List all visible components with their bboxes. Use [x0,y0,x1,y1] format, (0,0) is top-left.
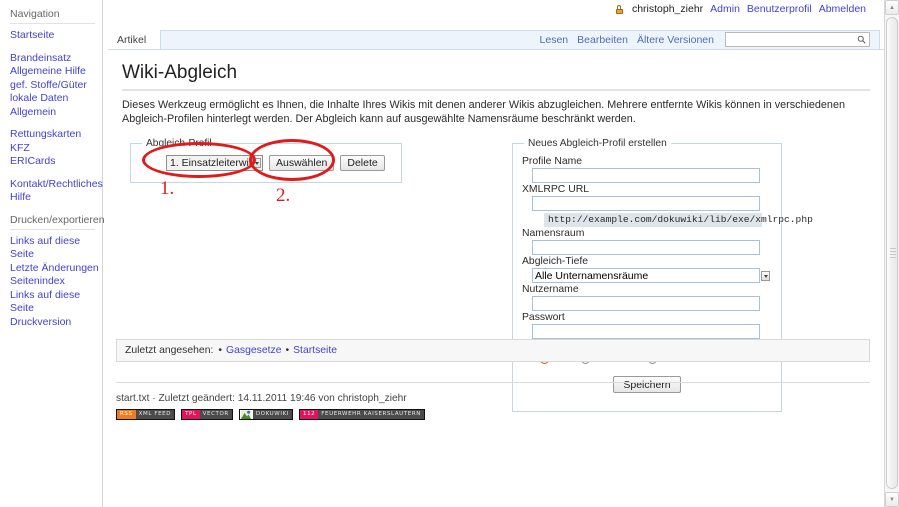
vertical-scrollbar[interactable]: ▲ ▼ [884,0,899,507]
footer-badges: RSS XML FEED TPL VECTOR DOKUWIK [116,409,425,420]
profile-name-field[interactable] [532,168,760,183]
abgleich-profil-fieldset: Abgleich-Profil 1. Einsatzleiterwiki Aus… [130,138,402,183]
select-button[interactable]: Auswählen [269,155,334,171]
sidebar-item-letzte-aenderungen[interactable]: Letzte Änderungen [10,262,102,276]
sidebar-item-rettungskarten-kfz[interactable]: Rettungskarten KFZ [10,128,102,155]
badge-dokuwiki[interactable]: DOKUWIKI [239,409,293,420]
label-passwort: Passwort [522,312,772,323]
badge-rss-right: XML FEED [136,410,174,419]
badge-rss[interactable]: RSS XML FEED [116,409,175,420]
sidebar-item-gef-stoffe-gueter[interactable]: gef. Stoffe/Güter [10,79,102,93]
content-body: Wiki-Abgleich Dieses Werkzeug ermöglicht… [108,49,884,507]
recent-link-gasgesetze[interactable]: Gasgesetze [226,345,281,356]
speichern-button[interactable]: Speichern [613,376,680,393]
bullet-icon: • [285,345,289,356]
page-tools: Lesen Bearbeiten Ältere Versionen [540,30,876,49]
scrollbar-grip [890,248,896,258]
sidebar-gap [10,169,102,178]
footer-divider [116,382,870,383]
neues-profil-legend: Neues Abgleich-Profil erstellen [524,138,671,149]
user-link-benutzerprofil[interactable]: Benutzerprofil [747,3,812,15]
label-nutzername: Nutzername [522,284,772,295]
profile-row: 1. Einsatzleiterwiki Auswählen Delete [140,155,392,171]
xmlrpc-url-field[interactable] [532,196,760,211]
sidebar-item-hilfe[interactable]: Hilfe [10,191,102,205]
tool-link-bearbeiten[interactable]: Bearbeiten [577,34,628,46]
user-link-abmelden[interactable]: Abmelden [819,3,866,15]
tool-link-lesen[interactable]: Lesen [540,34,569,46]
badge-tpl[interactable]: TPL VECTOR [181,409,233,420]
badge-dokuwiki-right: DOKUWIKI [253,410,292,419]
sidebar-gap [10,43,102,52]
sidebar-item-allgemeine-hilfe[interactable]: Allgemeine Hilfe [10,65,102,79]
sidebar-item-druckversion[interactable]: Druckversion [10,316,102,330]
sidebar-item-lokale-daten[interactable]: lokale Daten [10,92,102,106]
xmlrpc-url-hint: http://example.com/dokuwiki/lib/exe/xmlr… [544,213,762,227]
badge-tpl-right: VECTOR [200,410,232,419]
neues-profil-fieldset: Neues Abgleich-Profil erstellen Profile … [512,138,782,412]
sidebar-heading-navigation: Navigation [10,8,95,24]
recently-viewed-label: Zuletzt angesehen: [125,345,213,356]
profile-select[interactable]: 1. Einsatzleiterwiki [166,155,263,171]
scroll-up-button[interactable]: ▲ [885,0,899,15]
badge-rss-left: RSS [117,410,136,419]
label-namensraum: Namensraum [522,228,772,239]
recently-viewed-bar: Zuletzt angesehen: • Gasgesetze • Starts… [116,339,870,362]
page-root: Navigation Startseite Brandeinsatz Allge… [0,0,899,507]
label-profile-name: Profile Name [522,156,772,167]
badge-112-right: FEUERWEHR KAISERSLAUTERN [318,410,424,419]
search-input[interactable] [726,33,852,46]
user-link-admin[interactable]: Admin [710,3,740,15]
sidebar-item-links-auf-diese-seite[interactable]: Links auf diese Seite [10,235,102,262]
abgleich-tiefe-select[interactable]: Alle Unternamensräume [532,268,760,283]
depth-select-wrap: Alle Unternamensräume [522,268,772,283]
username-label: christoph_ziehr [632,3,703,15]
sidebar-item-seitenindex[interactable]: Seitenindex [10,275,102,289]
sidebar-item-allgemein[interactable]: Allgemein [10,106,102,120]
sidebar-heading-drucken-exportieren: Drucken/exportieren [10,214,95,230]
page-title: Wiki-Abgleich [122,62,870,91]
sidebar-item-ericards[interactable]: ERICards [10,155,102,169]
search-box[interactable] [725,32,870,47]
profile-select-wrap: 1. Einsatzleiterwiki [166,155,263,171]
sidebar-gap [10,119,102,128]
sidebar-gap [10,205,102,214]
label-abgleich-tiefe: Abgleich-Tiefe [522,256,772,267]
tab-row: Artikel Lesen Bearbeiten Ältere Versione… [108,30,880,49]
user-bar: christoph_ziehr Admin Benutzerprofil Abm… [616,3,866,15]
dokuwiki-icon [240,410,253,419]
recent-link-startseite[interactable]: Startseite [293,345,337,356]
content-column: christoph_ziehr Admin Benutzerprofil Abm… [104,0,884,507]
label-xmlrpc-url: XMLRPC URL [522,184,772,195]
sidebar-item-links-auf-diese-seite-2[interactable]: Links auf diese Seite [10,289,102,316]
footer-meta: start.txt · Zuletzt geändert: 14.11.2011… [116,393,407,404]
namensraum-field[interactable] [532,240,760,255]
tab-artikel[interactable]: Artikel [108,30,155,49]
abgleich-profil-legend: Abgleich-Profil [142,138,216,149]
nutzername-field[interactable] [532,296,760,311]
passwort-field[interactable] [532,324,760,339]
badge-tpl-left: TPL [182,410,200,419]
bullet-icon: • [218,345,222,356]
save-row: Speichern [522,376,772,393]
badge-112[interactable]: 112 FEUERWEHR KAISERSLAUTERN [299,409,425,420]
tool-link-aeltere-versionen[interactable]: Ältere Versionen [637,34,714,46]
sidebar: Navigation Startseite Brandeinsatz Allge… [0,0,103,507]
scrollbar-thumb[interactable] [886,17,898,489]
intro-text: Dieses Werkzeug ermöglicht es Ihnen, die… [122,98,870,126]
sidebar-item-startseite[interactable]: Startseite [10,29,102,43]
lock-icon [616,5,623,14]
sidebar-item-kontakt-rechtliches[interactable]: Kontakt/Rechtliches [10,178,102,192]
sidebar-item-brandeinsatz[interactable]: Brandeinsatz [10,52,102,66]
badge-112-left: 112 [300,410,318,419]
scroll-down-button[interactable]: ▼ [885,492,899,507]
delete-button[interactable]: Delete [340,155,384,171]
chevron-down-icon [761,271,770,281]
search-icon [857,35,866,44]
